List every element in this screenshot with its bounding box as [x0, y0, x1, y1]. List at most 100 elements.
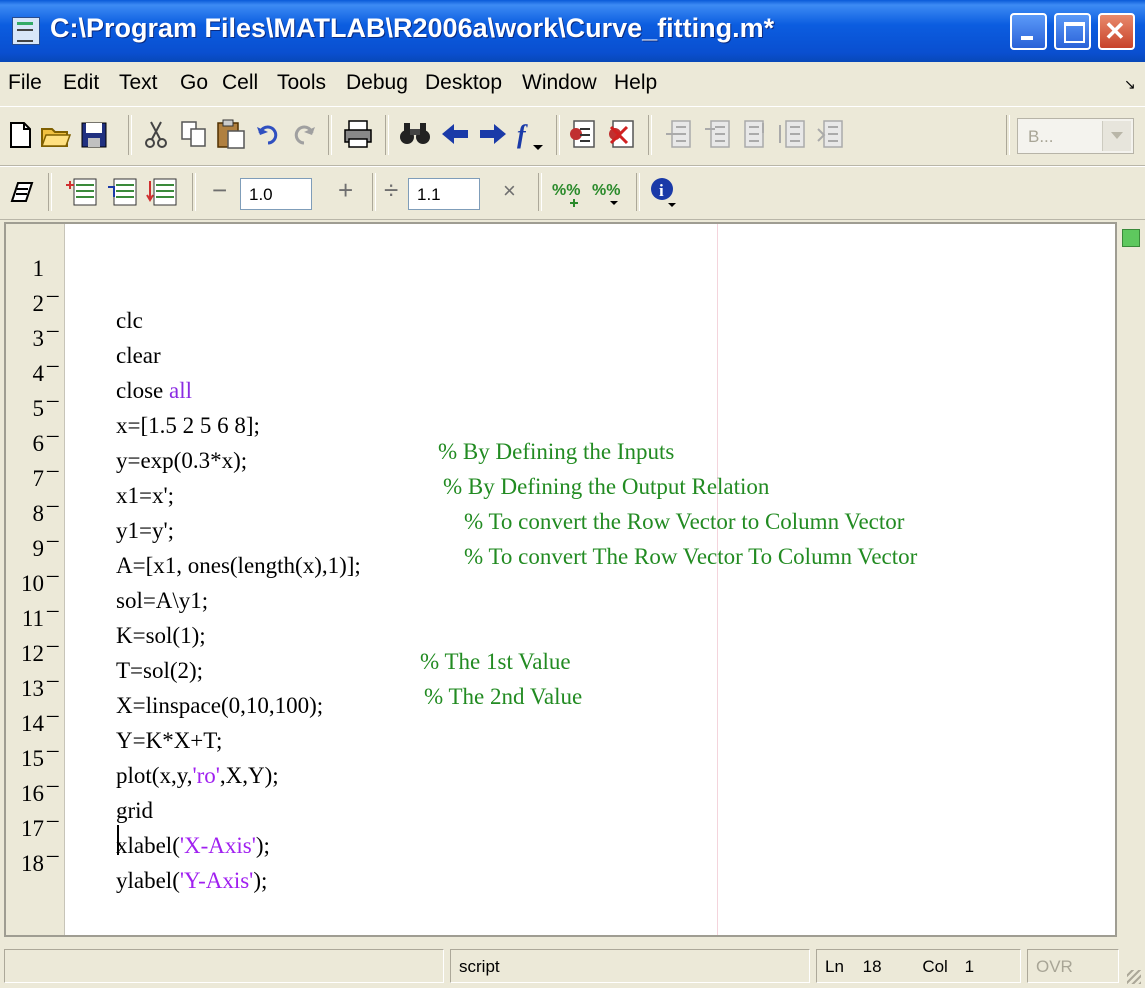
- code-line-8[interactable]: 8 – A=[x1, ones(length(x),1)];: [6, 475, 1111, 578]
- status-message: [4, 949, 444, 983]
- divide-icon[interactable]: ÷: [384, 175, 398, 206]
- eval-file-icon[interactable]: [146, 177, 178, 207]
- save-icon[interactable]: [80, 121, 108, 149]
- copy-icon[interactable]: [180, 120, 208, 148]
- code-text: ylabel('Y-Axis');: [116, 868, 267, 894]
- code-segment: );: [253, 868, 268, 893]
- code-line-3[interactable]: 3 – close all: [6, 300, 1111, 403]
- menu-window[interactable]: Window: [522, 71, 597, 95]
- code-line-6[interactable]: 6 – x1=x'; % To convert the Row Vector t…: [6, 405, 1111, 534]
- maximize-icon: [1064, 22, 1085, 43]
- code-line-16[interactable]: 16 – xlabel('X-Axis');: [6, 755, 1111, 858]
- undo-icon[interactable]: [256, 123, 282, 145]
- col-label: Col: [922, 957, 948, 976]
- code-line-18[interactable]: 18: [6, 825, 1111, 876]
- window-title: C:\Program Files\MATLAB\R2006a\work\Curv…: [50, 13, 775, 43]
- open-folder-icon[interactable]: [40, 121, 72, 149]
- code-line-17[interactable]: 17 – ylabel('Y-Axis');: [6, 790, 1111, 893]
- close-button[interactable]: ✕: [1098, 13, 1135, 50]
- file-type-status: script: [450, 949, 810, 983]
- paste-icon[interactable]: [216, 118, 246, 150]
- code-line-4[interactable]: 4 – x=[1.5 2 5 6 8]; % By Defining the I…: [6, 335, 1111, 464]
- step-out-icon[interactable]: [741, 119, 771, 149]
- minimize-icon: [1021, 36, 1033, 40]
- decrement-icon[interactable]: −: [212, 175, 227, 206]
- menu-go[interactable]: Go: [180, 71, 208, 95]
- menu-edit[interactable]: Edit: [63, 71, 99, 95]
- code-line-15[interactable]: 15 – grid: [6, 720, 1111, 823]
- clear-breakpoints-icon[interactable]: [607, 119, 637, 149]
- svg-text:i: i: [659, 181, 664, 200]
- close-icon: ✕: [1104, 16, 1126, 46]
- menu-bar: File Edit Text Go Cell Tools Debug Deskt…: [0, 62, 1145, 104]
- exit-debug-icon[interactable]: [816, 119, 846, 149]
- maximize-button[interactable]: [1054, 13, 1091, 50]
- ln-value: 18: [862, 957, 882, 976]
- insert-cell-menu-icon[interactable]: %%: [592, 177, 624, 207]
- divide-value-field[interactable]: 1.1: [408, 178, 480, 210]
- menu-file[interactable]: File: [8, 71, 42, 95]
- status-bar: script Ln 18 Col 1 OVR: [0, 943, 1145, 988]
- info-icon[interactable]: i: [650, 177, 682, 209]
- editor-app-icon[interactable]: [12, 17, 40, 45]
- stack-combo[interactable]: B...: [1017, 118, 1134, 154]
- cursor-position: Ln 18 Col 1: [816, 949, 1021, 983]
- chevron-down-icon[interactable]: [1102, 121, 1131, 151]
- menu-debug[interactable]: Debug: [346, 71, 408, 95]
- overwrite-mode-status: OVR: [1027, 949, 1119, 983]
- step-in-icon[interactable]: [703, 119, 733, 149]
- cell-mode-icon[interactable]: [8, 179, 34, 205]
- code-line-13[interactable]: 13 – Y=K*X+T;: [6, 650, 1111, 753]
- print-icon[interactable]: [343, 119, 373, 149]
- go-forward-icon[interactable]: [478, 122, 508, 146]
- cell-toolbar: − 1.0 + ÷ 1.1 × %% %% i: [0, 166, 1145, 220]
- title-bar[interactable]: C:\Program Files\MATLAB\R2006a\work\Curv…: [0, 0, 1145, 62]
- svg-text:%%: %%: [592, 182, 620, 199]
- resize-grip-icon[interactable]: [1127, 970, 1141, 984]
- col-value: 1: [964, 957, 975, 976]
- svg-text:%%: %%: [552, 182, 580, 199]
- minimize-button[interactable]: [1010, 13, 1047, 50]
- menu-cell[interactable]: Cell: [222, 71, 258, 95]
- menu-tools[interactable]: Tools: [277, 71, 326, 95]
- code-segment: ylabel(: [116, 868, 180, 893]
- function-icon[interactable]: f: [515, 119, 547, 151]
- code-line-9[interactable]: 9 – sol=A\y1;: [6, 510, 1111, 613]
- go-back-icon[interactable]: [440, 122, 470, 146]
- ln-label: Ln: [825, 957, 844, 976]
- multiply-icon[interactable]: ×: [503, 178, 516, 204]
- dock-arrow-icon[interactable]: ↘: [1124, 76, 1136, 93]
- continue-icon[interactable]: [778, 119, 808, 149]
- stack-combo-value: B...: [1028, 127, 1054, 146]
- set-breakpoint-icon[interactable]: [568, 119, 598, 149]
- menu-desktop[interactable]: Desktop: [425, 71, 502, 95]
- code-line-12[interactable]: 12 – X=linspace(0,10,100);: [6, 615, 1111, 718]
- new-file-icon[interactable]: [8, 121, 34, 149]
- code-line-11[interactable]: 11 – T=sol(2); % The 2nd Value: [6, 580, 1111, 709]
- decrement-value-field[interactable]: 1.0: [240, 178, 312, 210]
- code-line-7[interactable]: 7 – y1=y'; % To convert The Row Vector T…: [6, 440, 1111, 569]
- code-line-2[interactable]: 2 – clear: [6, 265, 1111, 368]
- increment-icon[interactable]: +: [338, 175, 353, 206]
- cut-icon[interactable]: [144, 119, 168, 149]
- eval-cell-icon[interactable]: [66, 177, 98, 207]
- code-line-10[interactable]: 10 – K=sol(1); % The 1st Value: [6, 545, 1111, 674]
- code-analyzer-status-icon[interactable]: [1122, 229, 1140, 247]
- svg-text:f: f: [517, 120, 528, 149]
- menu-help[interactable]: Help: [614, 71, 657, 95]
- eval-advance-icon[interactable]: [106, 177, 138, 207]
- code-line-14[interactable]: 14 – plot(x,y,'ro',X,Y);: [6, 685, 1111, 788]
- menu-text[interactable]: Text: [119, 71, 158, 95]
- string-literal: 'Y-Axis': [179, 868, 254, 893]
- text-caret: [117, 825, 119, 855]
- step-icon[interactable]: [664, 119, 694, 149]
- find-icon[interactable]: [399, 119, 431, 147]
- editor-window: C:\Program Files\MATLAB\R2006a\work\Curv…: [0, 0, 1145, 988]
- redo-icon[interactable]: [290, 123, 316, 145]
- line-number: 18: [21, 851, 44, 876]
- editor-toolbar: f B...: [0, 106, 1145, 166]
- insert-cell-divider-icon[interactable]: %%: [552, 177, 584, 207]
- code-editor[interactable]: 1 – clc 2 – clear 3 – close all 4 – x=[1…: [4, 222, 1117, 937]
- code-line-5[interactable]: 5 – y=exp(0.3*x); % By Defining the Outp…: [6, 370, 1111, 499]
- code-line-1[interactable]: 1 – clc: [6, 230, 1111, 333]
